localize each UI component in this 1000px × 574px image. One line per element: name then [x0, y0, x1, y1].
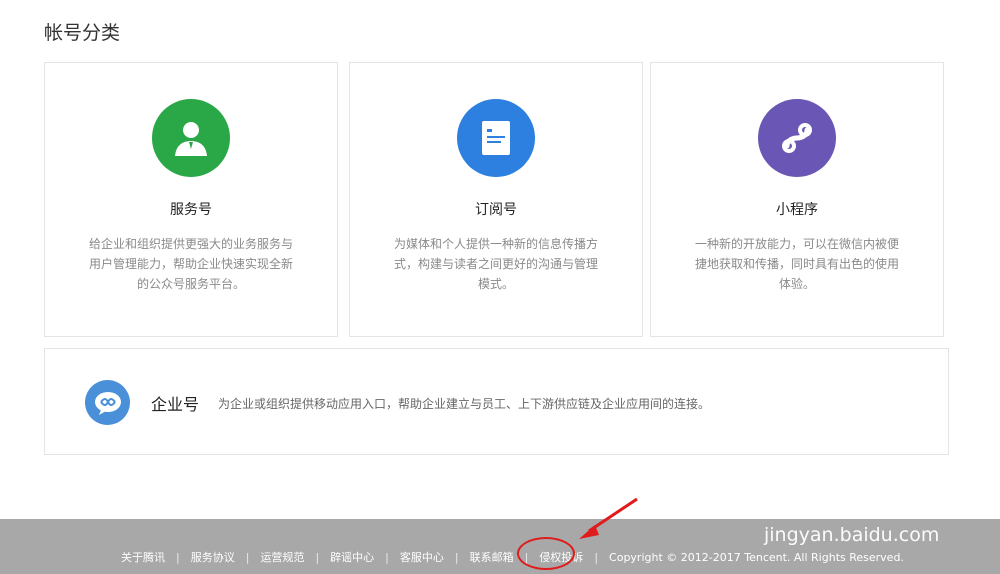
footer-separator: |: [176, 550, 180, 564]
baidu-watermark: Baidu 经验 jingyan.baidu.com: [760, 460, 995, 550]
watermark-logo: Baidu 经验: [770, 482, 967, 522]
copyright-text: Copyright © 2012-2017 Tencent. All Right…: [609, 550, 904, 564]
account-card-subscription[interactable]: 订阅号 为媒体和个人提供一种新的信息传播方 式，构建与读者之间更好的沟通与管理 …: [349, 62, 643, 337]
watermark-url: jingyan.baidu.com: [764, 524, 940, 546]
card-title: 订阅号: [475, 202, 517, 218]
footer-separator: |: [245, 550, 250, 564]
footer-link-about[interactable]: 关于腾讯: [121, 549, 165, 565]
footer-link-contact-email[interactable]: 联系邮箱: [470, 549, 514, 565]
account-card-miniprogram[interactable]: 小程序 一种新的开放能力，可以在微信内被便 捷地获取和传播，同时具有出色的使用 …: [650, 62, 944, 337]
card-description: 一种新的开放能力，可以在微信内被便 捷地获取和传播，同时具有出色的使用 体验。: [694, 237, 899, 291]
account-card-service[interactable]: 服务号 给企业和组织提供更强大的业务服务与 用户管理能力，帮助企业快速实现全新 …: [44, 62, 338, 337]
footer-link-agreement[interactable]: 服务协议: [191, 549, 235, 565]
annotation-ellipse: [517, 537, 575, 570]
link-icon: [758, 99, 836, 177]
footer-link-rules[interactable]: 运营规范: [260, 549, 304, 565]
footer-separator: |: [454, 550, 459, 564]
card-title: 服务号: [170, 202, 212, 218]
footer-links: 关于腾讯 | 服务协议 | 运营规范 | 辟谣中心 | 客服中心 | 联系邮箱 …: [121, 549, 904, 565]
card-description: 给企业和组织提供更强大的业务服务与 用户管理能力，帮助企业快速实现全新 的公众号…: [88, 237, 293, 291]
account-card-enterprise[interactable]: 企业号 为企业或组织提供移动应用入口，帮助企业建立与员工、上下游供应链及企业应用…: [44, 348, 949, 455]
footer-separator: |: [385, 550, 389, 564]
chat-icon: [85, 380, 130, 425]
enterprise-description: 为企业或组织提供移动应用入口，帮助企业建立与员工、上下游供应链及企业应用间的连接…: [218, 397, 711, 411]
annotation-arrow-icon: [579, 497, 638, 539]
document-icon: [457, 99, 535, 177]
section-title: 帐号分类: [44, 22, 121, 44]
footer-link-support[interactable]: 客服中心: [400, 549, 444, 565]
card-title: 小程序: [776, 202, 818, 218]
footer-link-rumor-center[interactable]: 辟谣中心: [330, 549, 374, 565]
enterprise-title: 企业号: [151, 395, 200, 414]
card-description: 为媒体和个人提供一种新的信息传播方 式，构建与读者之间更好的沟通与管理 模式。: [393, 237, 598, 291]
footer-separator: |: [315, 550, 320, 564]
user-icon: [152, 99, 230, 177]
footer-separator: |: [594, 550, 599, 564]
